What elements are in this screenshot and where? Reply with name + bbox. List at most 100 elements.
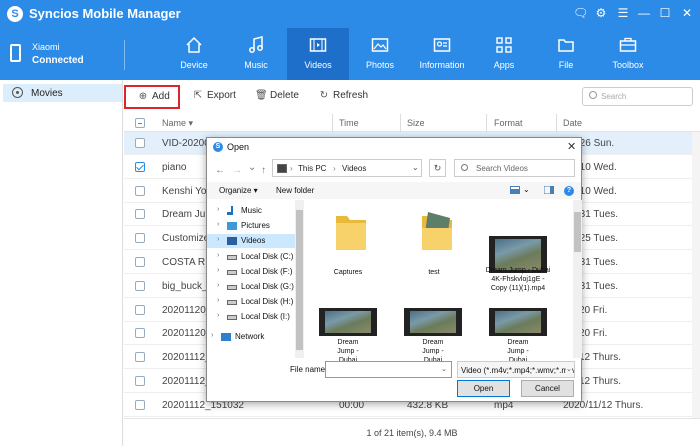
row-checkbox[interactable] (135, 328, 145, 339)
recent-locations-icon[interactable]: ⌄ (248, 162, 256, 173)
tree-item[interactable]: › Local Disk (I:) (207, 310, 295, 324)
tree-item[interactable]: › Videos (207, 234, 295, 248)
file-tile-video[interactable]: Dream Jump - Dubai 4K-Fhskvloj1gE - Copy… (482, 236, 554, 306)
tab-toolbox[interactable]: Toolbox (597, 28, 659, 80)
up-arrow-icon[interactable]: ↑ (261, 165, 266, 176)
toolbar: ⊕ Add ⇱ Export 🗑 Delete ↻ Refresh Search (124, 84, 700, 110)
chevron-down-icon[interactable]: ⌄ (523, 185, 530, 194)
new-folder-button[interactable]: New folder (276, 186, 314, 195)
open-button[interactable]: Open (457, 380, 510, 397)
column-time[interactable]: Time (339, 118, 359, 128)
column-divider[interactable] (556, 114, 557, 132)
nav-bar: Xiaomi Connected Device Music Videos Pho… (0, 28, 700, 80)
chevron-right-icon[interactable]: › (217, 282, 219, 289)
export-label: Export (207, 90, 236, 101)
add-button[interactable]: ⊕ Add (124, 85, 180, 109)
row-checkbox[interactable] (135, 209, 145, 220)
settings-icon[interactable]: ⚙ (594, 6, 608, 20)
search-box[interactable]: Search (582, 87, 693, 106)
address-bar[interactable]: › This PC › Videos ⌄ (272, 159, 422, 177)
close-button[interactable]: ✕ (680, 6, 694, 20)
chevron-down-icon[interactable]: ⌄ (566, 365, 572, 373)
file-tile-video[interactable]: Dream Jump - Dubai (397, 308, 469, 364)
chevron-right-icon[interactable]: › (217, 297, 219, 304)
column-size[interactable]: Size (407, 118, 425, 128)
column-divider[interactable] (486, 114, 487, 132)
chat-icon[interactable]: 🗨 (573, 6, 588, 20)
tab-information[interactable]: Information (411, 28, 473, 80)
column-date[interactable]: Date (563, 118, 582, 128)
row-checkbox[interactable] (135, 138, 145, 148)
files-scrollbar[interactable] (573, 200, 582, 358)
file-name-input[interactable]: ⌄ (325, 361, 452, 378)
tab-photos[interactable]: Photos (349, 28, 411, 80)
tree-item[interactable]: › Local Disk (G:) (207, 280, 295, 294)
file-tile-test[interactable]: test (398, 208, 470, 278)
select-all-checkbox[interactable] (135, 118, 145, 128)
video-name: 20201112_ (162, 376, 211, 387)
tab-videos[interactable]: Videos (287, 28, 349, 80)
preview-pane-icon[interactable] (544, 186, 554, 194)
delete-button[interactable]: 🗑 Delete (255, 90, 299, 110)
refresh-button[interactable]: ↻ Refresh (318, 90, 368, 110)
search-videos-input[interactable]: Search Videos (454, 159, 575, 177)
tab-music[interactable]: Music (225, 28, 287, 80)
chevron-right-icon[interactable]: › (217, 252, 219, 259)
tree-item[interactable]: › Local Disk (F:) (207, 265, 295, 279)
tab-device[interactable]: Device (163, 28, 225, 80)
row-checkbox[interactable] (135, 233, 145, 244)
column-format[interactable]: Format (494, 118, 523, 128)
table-scrollbar[interactable] (692, 132, 700, 418)
menu-icon[interactable]: ☰ (616, 6, 630, 20)
dialog-close-button[interactable]: ✕ (567, 140, 576, 153)
folder-icon (336, 216, 366, 250)
column-divider[interactable] (400, 114, 401, 132)
chevron-right-icon[interactable]: › (211, 332, 213, 339)
scroll-thumb[interactable] (574, 212, 581, 252)
dialog-refresh-button[interactable]: ↻ (429, 159, 446, 177)
column-name[interactable]: Name ▾ (162, 118, 193, 129)
file-type-select[interactable]: Video (*.m4v;*.mp4;*.wmv;*.mkv;*.avi) ⌄ (457, 361, 575, 378)
tree-item[interactable]: › Network (207, 330, 295, 344)
navigation-scrollbar[interactable] (295, 200, 304, 358)
chevron-down-icon[interactable]: ⌄ (412, 163, 419, 172)
tab-file[interactable]: File (535, 28, 597, 80)
maximize-button[interactable]: ☐ (658, 6, 672, 20)
column-divider[interactable] (332, 114, 333, 132)
organize-button[interactable]: Organize ▾ (219, 186, 258, 195)
row-checkbox[interactable] (135, 352, 145, 363)
chevron-right-icon[interactable]: › (217, 267, 219, 274)
breadcrumb-videos[interactable]: Videos (342, 164, 366, 173)
cancel-button[interactable]: Cancel (521, 380, 574, 397)
scroll-thumb[interactable] (296, 210, 303, 350)
row-checkbox[interactable] (135, 376, 145, 386)
file-tile-video[interactable]: Dream Jump - Dubai (482, 308, 554, 364)
back-arrow-icon[interactable]: ← (215, 165, 225, 176)
chevron-right-icon[interactable]: › (217, 221, 219, 228)
row-checkbox[interactable] (135, 257, 145, 267)
tree-item[interactable]: › Local Disk (H:) (207, 295, 295, 309)
view-options-icon[interactable] (510, 186, 520, 194)
chevron-right-icon[interactable]: › (217, 312, 219, 319)
tree-item[interactable]: › Pictures (207, 219, 295, 233)
help-icon[interactable]: ? (564, 186, 574, 196)
row-checkbox[interactable] (135, 161, 145, 172)
sidebar-item-movies[interactable]: Movies (3, 84, 122, 102)
file-tile-captures[interactable]: Captures (312, 208, 384, 278)
chevron-right-icon[interactable]: › (217, 236, 219, 243)
file-tile-video[interactable]: Dream Jump - Dubai (312, 308, 384, 364)
row-checkbox[interactable] (135, 399, 145, 410)
chevron-right-icon[interactable]: › (217, 206, 219, 213)
row-checkbox[interactable] (135, 304, 145, 315)
breadcrumb-this-pc[interactable]: This PC (298, 164, 326, 173)
forward-arrow-icon[interactable]: → (232, 165, 242, 176)
row-checkbox[interactable] (135, 185, 145, 196)
tree-item[interactable]: › Music (207, 204, 295, 218)
export-button[interactable]: ⇱ Export (192, 90, 236, 110)
chevron-down-icon[interactable]: ⌄ (441, 365, 447, 373)
tree-item[interactable]: › Local Disk (C:) (207, 250, 295, 264)
row-checkbox[interactable] (135, 280, 145, 291)
tab-apps[interactable]: Apps (473, 28, 535, 80)
minimize-button[interactable]: — (637, 6, 651, 20)
video-frame (495, 311, 541, 333)
